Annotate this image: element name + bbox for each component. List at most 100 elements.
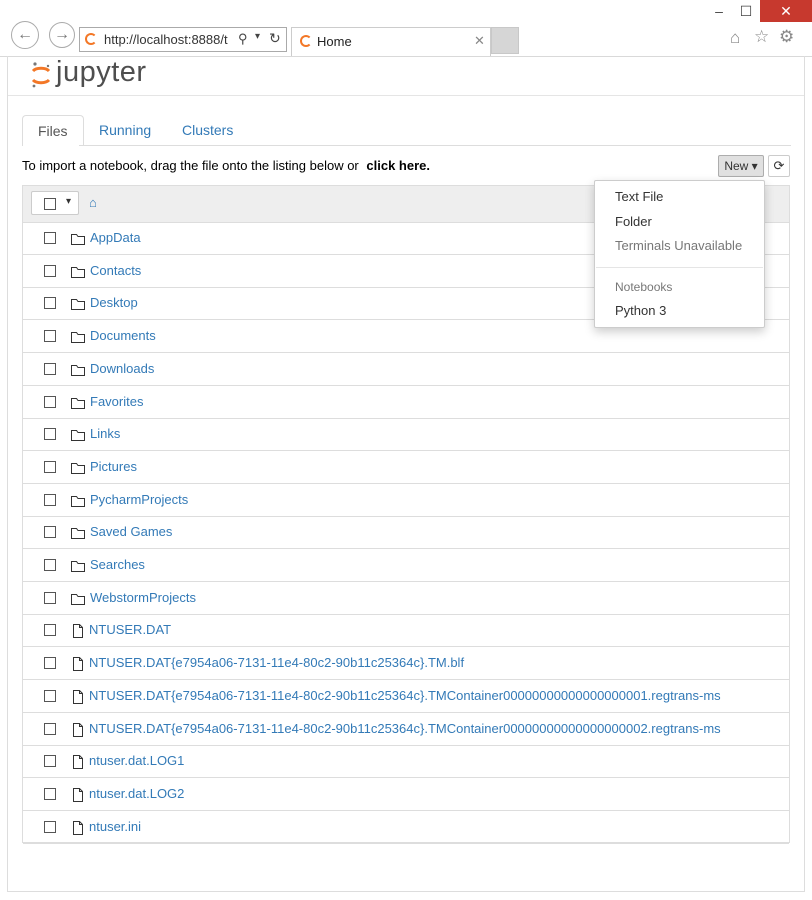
list-item[interactable]: PycharmProjects: [23, 484, 789, 517]
chevron-down-icon[interactable]: ▾: [255, 31, 260, 42]
file-icon: [70, 787, 86, 803]
refresh-icon: ⟳: [773, 158, 785, 173]
tab-favicon-icon: [300, 35, 312, 47]
list-item[interactable]: Searches: [23, 549, 789, 582]
browser-tab-home[interactable]: Home ✕: [291, 27, 491, 56]
item-checkbox[interactable]: [44, 559, 56, 571]
item-name-link[interactable]: NTUSER.DAT{e7954a06-7131-11e4-80c2-90b11…: [89, 688, 721, 703]
settings-gear-icon[interactable]: ⚙: [779, 27, 794, 47]
item-name-link[interactable]: Contacts: [90, 263, 141, 278]
item-checkbox[interactable]: [44, 232, 56, 244]
item-checkbox[interactable]: [44, 657, 56, 670]
caret-down-icon[interactable]: ▾: [66, 196, 71, 207]
browser-chrome: – ☐ ✕ ← → http://localhost:8888/t ⚲ ▾ ↻ …: [0, 0, 812, 57]
menu-item-folder[interactable]: Folder: [615, 214, 652, 229]
item-checkbox[interactable]: [44, 787, 56, 800]
item-name-link[interactable]: Desktop: [90, 295, 138, 310]
refresh-icon[interactable]: ↻: [269, 30, 281, 47]
list-item[interactable]: Pictures: [23, 451, 789, 484]
tab-clusters[interactable]: Clusters: [167, 115, 248, 146]
select-all-dropdown[interactable]: ▾: [31, 191, 79, 215]
item-name-link[interactable]: Links: [90, 426, 120, 441]
menu-divider: [596, 267, 763, 268]
item-checkbox[interactable]: [44, 689, 56, 702]
item-checkbox[interactable]: [44, 428, 56, 441]
item-name-link[interactable]: Downloads: [90, 361, 154, 376]
file-icon: [70, 656, 86, 672]
item-name-link[interactable]: ntuser.dat.LOG1: [89, 753, 184, 768]
list-item[interactable]: NTUSER.DAT{e7954a06-7131-11e4-80c2-90b11…: [23, 713, 789, 746]
list-item[interactable]: Downloads: [23, 353, 789, 386]
item-name-link[interactable]: ntuser.dat.LOG2: [89, 786, 184, 801]
list-item[interactable]: Links: [23, 418, 789, 452]
item-name-link[interactable]: NTUSER.DAT{e7954a06-7131-11e4-80c2-90b11…: [89, 721, 721, 736]
item-checkbox[interactable]: [44, 722, 56, 735]
item-checkbox[interactable]: [44, 493, 56, 506]
arrow-right-icon: →: [54, 26, 70, 43]
item-checkbox[interactable]: [44, 460, 56, 473]
minimize-button[interactable]: –: [706, 0, 732, 22]
header-divider: [8, 95, 804, 96]
home-breadcrumb-icon[interactable]: ⌂: [89, 195, 97, 210]
item-checkbox[interactable]: [44, 362, 56, 375]
list-item[interactable]: Favorites: [23, 386, 789, 419]
forward-button[interactable]: →: [49, 22, 75, 48]
list-item[interactable]: NTUSER.DAT{e7954a06-7131-11e4-80c2-90b11…: [23, 680, 789, 713]
menu-item-terminals-unavailable: Terminals Unavailable: [615, 238, 743, 253]
home-icon[interactable]: ⌂: [730, 28, 740, 48]
list-item[interactable]: ntuser.dat.LOG1: [23, 745, 789, 779]
tab-running[interactable]: Running: [84, 115, 166, 146]
list-item[interactable]: ntuser.ini: [23, 811, 789, 844]
item-name-link[interactable]: NTUSER.DAT{e7954a06-7131-11e4-80c2-90b11…: [89, 655, 464, 670]
item-name-link[interactable]: Pictures: [90, 459, 137, 474]
list-item[interactable]: NTUSER.DAT: [23, 614, 789, 648]
item-checkbox[interactable]: [44, 395, 56, 408]
close-window-button[interactable]: ✕: [760, 0, 812, 22]
menu-item-python3[interactable]: Python 3: [615, 303, 666, 318]
tab-files[interactable]: Files: [22, 115, 84, 146]
item-name-link[interactable]: AppData: [90, 230, 141, 245]
list-item[interactable]: Saved Games: [23, 516, 789, 550]
file-icon: [70, 754, 86, 770]
search-icon[interactable]: ⚲: [238, 31, 248, 47]
tab-close-icon[interactable]: ✕: [474, 33, 485, 49]
item-checkbox[interactable]: [44, 264, 56, 277]
list-item[interactable]: NTUSER.DAT{e7954a06-7131-11e4-80c2-90b11…: [23, 647, 789, 681]
folder-icon: [70, 558, 86, 574]
item-name-link[interactable]: Documents: [90, 328, 156, 343]
address-text[interactable]: http://localhost:8888/t: [104, 32, 228, 47]
menu-item-text-file[interactable]: Text File: [615, 189, 663, 204]
item-checkbox[interactable]: [44, 624, 56, 637]
item-name-link[interactable]: NTUSER.DAT: [89, 622, 171, 637]
item-name-link[interactable]: Searches: [90, 557, 145, 572]
page-frame-bottom: [7, 891, 805, 892]
folder-icon: [70, 231, 86, 247]
list-item[interactable]: ntuser.dat.LOG2: [23, 778, 789, 811]
back-button[interactable]: ←: [11, 21, 39, 49]
item-checkbox[interactable]: [44, 755, 56, 768]
list-item[interactable]: WebstormProjects: [23, 582, 789, 615]
item-checkbox[interactable]: [44, 591, 56, 604]
item-name-link[interactable]: Favorites: [90, 394, 143, 409]
item-name-link[interactable]: WebstormProjects: [90, 590, 196, 605]
select-all-checkbox[interactable]: [44, 198, 56, 210]
tabs-divider: [22, 145, 791, 146]
item-name-link[interactable]: ntuser.ini: [89, 819, 141, 834]
refresh-list-button[interactable]: ⟳: [768, 155, 790, 177]
maximize-button[interactable]: ☐: [733, 0, 759, 22]
item-checkbox[interactable]: [44, 526, 56, 539]
item-name-link[interactable]: Saved Games: [90, 524, 172, 539]
new-tab-button[interactable]: [491, 27, 519, 54]
upload-link[interactable]: click here.: [366, 158, 430, 173]
item-checkbox[interactable]: [44, 330, 56, 343]
favorites-star-icon[interactable]: ☆: [754, 27, 769, 47]
jupyter-logo-icon: [31, 62, 51, 88]
item-name-link[interactable]: PycharmProjects: [90, 492, 188, 507]
folder-icon: [70, 329, 86, 345]
new-dropdown-button[interactable]: New ▾: [718, 155, 764, 177]
tab-title: Home: [317, 34, 352, 49]
item-checkbox[interactable]: [44, 297, 56, 310]
address-bar[interactable]: http://localhost:8888/t ⚲ ▾ ↻: [79, 27, 287, 52]
item-checkbox[interactable]: [44, 820, 56, 833]
menu-section-notebooks: Notebooks: [615, 280, 673, 294]
